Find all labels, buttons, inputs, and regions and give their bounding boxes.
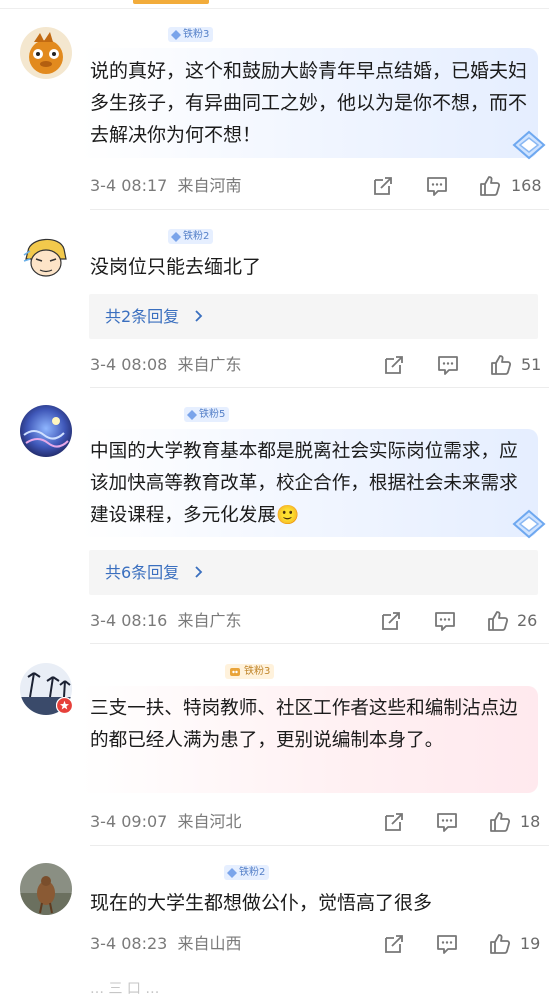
smile-emoji-icon: 🙂 <box>275 505 300 526</box>
comment-bubble[interactable]: 中国的大学教育基本都是脱离社会实际岗位需求，应该加快高等教育改革，校企合作，根据… <box>80 429 538 537</box>
comment-meta: 3-4 09:07 来自河北 18 <box>0 807 549 837</box>
fan-level-badge: 铁粉3 <box>168 27 214 42</box>
active-tab-indicator <box>133 0 209 4</box>
chevron-right-icon <box>195 310 203 322</box>
avatar-badge-icon <box>56 697 73 714</box>
repost-icon[interactable] <box>382 353 406 377</box>
comment-time-location: 3-4 09:07 来自河北 <box>90 812 242 831</box>
avatar[interactable] <box>20 863 72 915</box>
like-icon[interactable] <box>486 609 510 633</box>
next-comment-peek: … 三 口 … <box>90 981 160 997</box>
badge-label: 铁粉2 <box>239 867 266 878</box>
comment-text[interactable]: 现在的大学生都想做公仆，觉悟高了很多 <box>90 887 432 919</box>
badge-label: 铁粉3 <box>244 666 271 677</box>
gem-icon <box>230 667 240 676</box>
comment-icon[interactable] <box>436 353 460 377</box>
like-count: 18 <box>520 812 541 831</box>
comment-text: 三支一扶、特岗教师、社区工作者这些和编制沾点边的都已经人满为患了，更别说编制本身… <box>90 698 518 751</box>
replies-expander[interactable]: 共2条回复 <box>89 294 538 339</box>
repost-icon[interactable] <box>371 174 395 198</box>
like-count: 168 <box>511 176 542 195</box>
top-divider <box>0 0 549 9</box>
comment-time-location: 3-4 08:16 来自广东 <box>90 611 242 630</box>
divider <box>90 845 549 846</box>
comment-meta: 3-4 08:08 来自广东 51 <box>0 350 549 380</box>
repost-icon[interactable] <box>382 932 406 956</box>
like-icon[interactable] <box>478 174 502 198</box>
like-count: 51 <box>521 355 542 374</box>
comment-meta: 3-4 08:23 来自山西 19 <box>0 929 549 959</box>
badge-label: 铁粉3 <box>183 29 210 40</box>
comment-bubble[interactable]: 说的真好，这个和鼓励大龄青年早点结婚，已婚夫妇多生孩子，有异曲同工之妙，他以为是… <box>80 48 538 158</box>
comment-icon[interactable] <box>425 174 449 198</box>
divider <box>90 643 549 644</box>
badge-label: 铁粉5 <box>199 409 226 420</box>
comment-icon[interactable] <box>435 810 459 834</box>
comment-text[interactable]: 没岗位只能去缅北了 <box>90 251 261 283</box>
comment-icon[interactable] <box>433 609 457 633</box>
gem-icon <box>187 409 197 420</box>
diamond-decoration-icon <box>512 130 546 160</box>
replies-count: 共2条回复 <box>105 307 180 326</box>
gem-icon <box>227 867 237 878</box>
divider <box>90 209 549 210</box>
fan-level-badge: 铁粉3 <box>225 664 275 679</box>
comment-time-location: 3-4 08:23 来自山西 <box>90 934 242 953</box>
comment-time-location: 3-4 08:08 来自广东 <box>90 355 242 374</box>
gem-icon <box>171 231 181 242</box>
repost-icon[interactable] <box>379 609 403 633</box>
gem-icon <box>171 29 181 40</box>
chevron-right-icon <box>195 566 203 578</box>
avatar[interactable] <box>20 27 72 79</box>
divider <box>90 387 549 388</box>
fan-level-badge: 铁粉2 <box>224 865 270 880</box>
comment-bubble[interactable]: 三支一扶、特岗教师、社区工作者这些和编制沾点边的都已经人满为患了，更别说编制本身… <box>80 686 538 793</box>
replies-count: 共6条回复 <box>105 563 180 582</box>
comment-text: 说的真好，这个和鼓励大龄青年早点结婚，已婚夫妇多生孩子，有异曲同工之妙，他以为是… <box>90 60 528 146</box>
fan-level-badge: 铁粉5 <box>184 407 230 422</box>
comment-text: 中国的大学教育基本都是脱离社会实际岗位需求，应该加快高等教育改革，校企合作，根据… <box>90 441 518 526</box>
diamond-decoration-icon <box>512 509 546 539</box>
comment-meta: 3-4 08:17 来自河南 168 <box>0 171 549 201</box>
like-icon[interactable] <box>488 810 512 834</box>
avatar[interactable] <box>20 229 72 281</box>
badge-label: 铁粉2 <box>183 231 210 242</box>
repost-icon[interactable] <box>382 810 406 834</box>
comment-icon[interactable] <box>435 932 459 956</box>
comment-time-location: 3-4 08:17 来自河南 <box>90 176 242 195</box>
comment-meta: 3-4 08:16 来自广东 26 <box>0 606 549 636</box>
fan-level-badge: 铁粉2 <box>168 229 214 244</box>
like-count: 26 <box>517 611 538 630</box>
replies-expander[interactable]: 共6条回复 <box>89 550 538 595</box>
like-count: 19 <box>520 934 541 953</box>
avatar[interactable] <box>20 405 72 457</box>
like-icon[interactable] <box>489 353 513 377</box>
like-icon[interactable] <box>488 932 512 956</box>
